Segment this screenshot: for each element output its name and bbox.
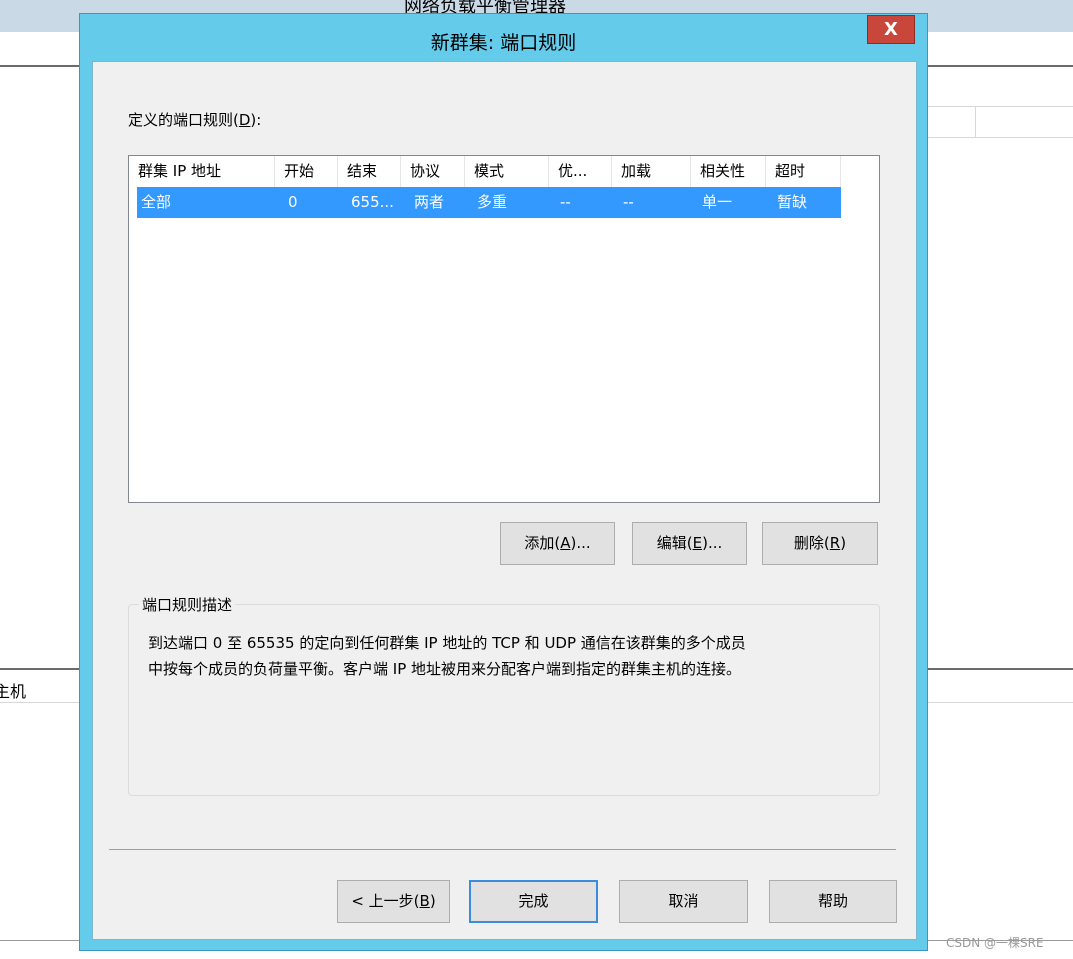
- cancel-button[interactable]: 取消: [619, 880, 748, 923]
- defined-port-rules-label: 定义的端口规则(D):: [128, 111, 262, 129]
- port-rules-list[interactable]: 群集 IP 地址 开始 结束 协议 模式 优... 加载 相关性 超时 全部 0…: [128, 155, 880, 503]
- cell-end: 655...: [351, 193, 394, 211]
- add-button[interactable]: 添加(A)...: [500, 522, 615, 565]
- new-cluster-port-rules-dialog: 新群集: 端口规则 X 定义的端口规则(D): 群集 IP 地址 开始 结束 协…: [79, 13, 928, 951]
- column-mode[interactable]: 模式: [465, 156, 549, 187]
- column-start[interactable]: 开始: [275, 156, 338, 187]
- dialog-title: 新群集: 端口规则: [430, 32, 577, 54]
- cell-affinity: 单一: [702, 193, 733, 211]
- help-button[interactable]: 帮助: [769, 880, 897, 923]
- background-column-divider: [975, 106, 976, 137]
- background-list-header: [928, 106, 1073, 138]
- back-button[interactable]: < 上一步(B): [337, 880, 450, 923]
- cell-priority: --: [560, 193, 571, 211]
- column-affinity[interactable]: 相关性: [691, 156, 766, 187]
- cell-start: 0: [288, 193, 298, 211]
- description-line-2: 中按每个成员的负荷量平衡。客户端 IP 地址被用来分配客户端到指定的群集主机的连…: [148, 660, 742, 678]
- column-protocol[interactable]: 协议: [401, 156, 465, 187]
- cell-timeout: 暂缺: [777, 193, 808, 211]
- column-end[interactable]: 结束: [338, 156, 401, 187]
- cell-mode: 多重: [477, 193, 508, 211]
- close-button[interactable]: X: [867, 15, 915, 44]
- watermark: CSDN @一棵SRE: [946, 936, 1044, 950]
- column-load[interactable]: 加载: [612, 156, 691, 187]
- column-timeout[interactable]: 超时: [766, 156, 841, 187]
- list-header: 群集 IP 地址 开始 结束 协议 模式 优... 加载 相关性 超时: [129, 156, 879, 187]
- dialog-client-area: 定义的端口规则(D): 群集 IP 地址 开始 结束 协议 模式 优... 加载…: [92, 61, 917, 940]
- port-rule-description: 到达端口 0 至 65535 的定向到任何群集 IP 地址的 TCP 和 UDP…: [148, 630, 868, 682]
- edit-button[interactable]: 编辑(E)...: [632, 522, 747, 565]
- description-group-title: 端口规则描述: [139, 594, 236, 615]
- cell-cluster-ip: 全部: [141, 193, 172, 211]
- finish-button[interactable]: 完成: [469, 880, 598, 923]
- column-cluster-ip[interactable]: 群集 IP 地址: [129, 156, 275, 187]
- delete-button[interactable]: 删除(R): [762, 522, 878, 565]
- background-host-label: 主机: [0, 682, 27, 701]
- description-line-1: 到达端口 0 至 65535 的定向到任何群集 IP 地址的 TCP 和 UDP…: [148, 634, 746, 652]
- cell-protocol: 两者: [414, 193, 445, 211]
- footer-separator: [109, 849, 896, 850]
- cell-load: --: [623, 193, 634, 211]
- table-row[interactable]: 全部 0 655... 两者 多重 -- -- 单一 暂缺: [137, 187, 841, 218]
- column-priority[interactable]: 优...: [549, 156, 612, 187]
